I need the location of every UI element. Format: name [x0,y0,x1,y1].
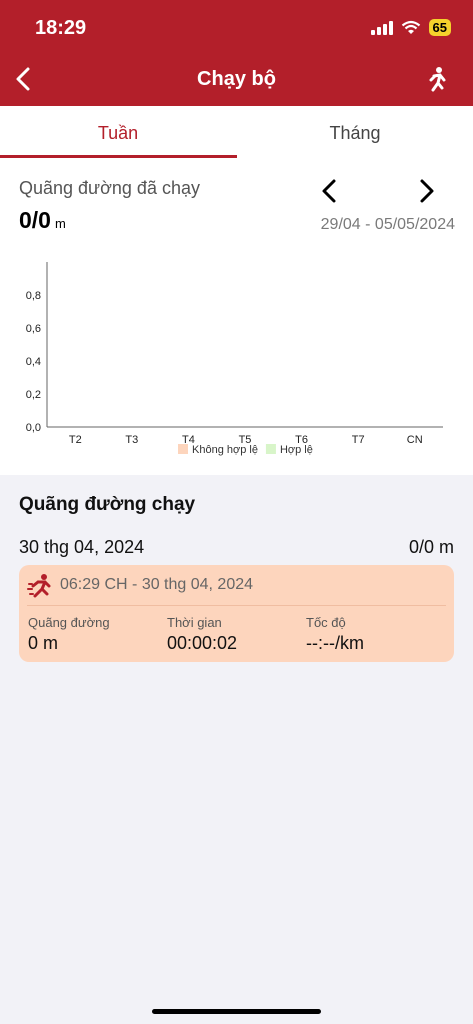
signal-icon [370,20,393,35]
distance-stat-label: Quãng đường [28,615,110,630]
chevron-right-icon[interactable] [414,177,438,205]
run-time: 06:29 CH - 30 thg 04, 2024 [60,576,254,593]
x-tick-label: T3 [125,434,138,446]
distance-label: Quãng đường đã chạy [19,178,200,198]
runner-icon[interactable] [423,66,449,94]
distance-value: 0/0 m [19,207,66,234]
legend-label: Hợp lệ [280,444,313,456]
tab-month[interactable]: Tháng [237,106,473,160]
stat-duration: Thời gian 00:00:02 [167,615,237,654]
active-tab-indicator [0,155,237,158]
card-divider [27,605,446,606]
app-header: 18:29 65 Chạy bộ [0,0,473,106]
day-total: 0/0 m [408,537,454,557]
y-tick-label: 0,6 [26,323,41,335]
distance-number: 0/0 [19,207,51,233]
pace-stat-value: --:--/km [306,633,364,653]
distance-stat-value: 0 m [28,633,59,653]
x-tick-label: T7 [352,434,365,446]
x-tick-label: T2 [69,434,82,446]
day-date: 30 thg 04, 2024 [19,537,145,557]
stat-distance: Quãng đường 0 m [28,615,110,654]
section-title: Quãng đường chạy [19,494,196,515]
weekly-distance-chart: 0,00,20,40,60,8 T2 T3 T4 T5 T6 T7 CN Không hợp… [26,262,443,456]
status-icons: 65 [370,19,451,36]
pace-stat-label: Tốc độ [306,615,346,630]
y-tick-label: 0,2 [26,389,41,401]
duration-stat-value: 00:00:02 [167,633,238,653]
chart-legend: Không hợp lệ Hợp lệ [178,444,313,456]
wifi-icon [401,20,420,34]
stat-pace: Tốc độ --:--/km [306,615,364,654]
duration-stat-label: Thời gian [167,615,222,630]
page-title: Chạy bộ [197,68,276,90]
home-indicator[interactable] [152,1009,321,1014]
legend-label: Không hợp lệ [192,444,258,456]
battery-indicator: 65 [428,19,451,36]
y-tick-label: 0,4 [26,356,41,368]
distance-unit: m [54,216,66,231]
legend-swatch [178,444,188,454]
y-tick-label: 0,0 [26,422,41,434]
tab-week[interactable]: Tuần [0,106,236,160]
legend-swatch [265,444,276,454]
run-entry-card[interactable]: 06:29 CH - 30 thg 04, 2024 Quãng đường 0… [19,565,454,662]
x-tick-label: CN [407,434,423,446]
period-tabs: Tuần Tháng [0,106,473,161]
date-range: 29/04 - 05/05/2024 [320,216,455,233]
runner-icon [27,574,51,598]
y-tick-label: 0,8 [26,290,41,302]
chevron-left-icon[interactable] [318,177,342,205]
status-time: 18:29 [35,17,87,39]
y-ticks: 0,0 0,2 0,4 0,6 0,8 [26,290,41,434]
